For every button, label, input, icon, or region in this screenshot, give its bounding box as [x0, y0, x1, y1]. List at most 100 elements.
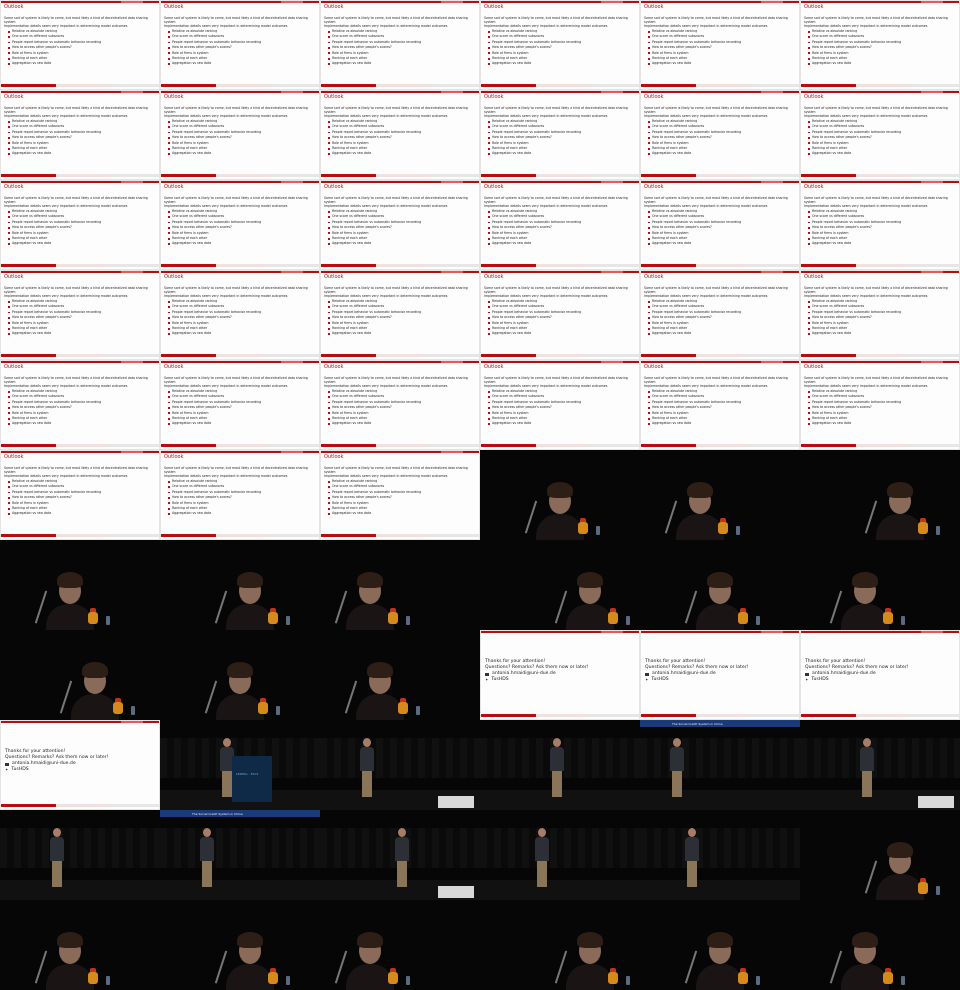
slide-title: Outlook — [804, 274, 824, 280]
frame-thumbnail[interactable] — [480, 810, 640, 900]
slide-footer: Antonia SchmidtThe Social Credit System … — [321, 354, 479, 357]
slide-header-bar — [641, 91, 799, 93]
frame-thumbnail[interactable]: Outlook Some sort of system is likely to … — [480, 270, 640, 360]
frame-thumbnail[interactable]: Outlook Some sort of system is likely to … — [160, 180, 320, 270]
slide-bullet-list: Relative vs absolute ranking One score vs… — [168, 119, 261, 157]
footer-date: December 27, 2018 — [268, 84, 319, 87]
frame-thumbnail[interactable]: Outlook Some sort of system is likely to … — [0, 450, 160, 540]
frame-thumbnail[interactable] — [0, 810, 160, 900]
frame-thumbnail[interactable] — [320, 720, 480, 810]
frame-thumbnail[interactable]: Outlook Some sort of system is likely to … — [480, 0, 640, 90]
frame-thumbnail[interactable]: Outlook Some sort of system is likely to … — [160, 270, 320, 360]
slide-intro: Some sort of system is likely to come, b… — [804, 196, 954, 209]
frame-thumbnail[interactable]: Outlook Some sort of system is likely to … — [320, 180, 480, 270]
frame-thumbnail[interactable]: Outlook Some sort of system is likely to … — [640, 90, 800, 180]
slide-intro: Some sort of system is likely to come, b… — [484, 376, 634, 389]
frame-thumbnail[interactable] — [480, 720, 640, 810]
lucky-cat-figurine — [883, 968, 893, 984]
frame-thumbnail[interactable]: LEIPZIG · 35C3 — [160, 720, 320, 810]
frame-thumbnail[interactable]: Outlook Some sort of system is likely to … — [320, 0, 480, 90]
frame-thumbnail[interactable]: Outlook Some sort of system is likely to … — [480, 360, 640, 450]
frame-thumbnail[interactable]: Outlook Some sort of system is likely to … — [800, 180, 960, 270]
stage-floor — [0, 880, 160, 900]
lucky-cat-figurine — [883, 608, 893, 624]
footer-date — [908, 714, 959, 717]
frame-thumbnail[interactable] — [640, 540, 800, 630]
speaker-hair — [707, 572, 733, 588]
frame-thumbnail[interactable] — [480, 450, 640, 540]
frame-thumbnail[interactable] — [0, 540, 160, 630]
frame-thumbnail[interactable] — [480, 900, 640, 990]
frame-thumbnail[interactable]: Outlook Some sort of system is likely to … — [0, 180, 160, 270]
slide-intro-line: Implementation details seem very importa… — [4, 474, 128, 479]
frame-thumbnail[interactable] — [160, 630, 320, 720]
frame-thumbnail[interactable] — [0, 630, 160, 720]
frame-thumbnail[interactable] — [320, 630, 480, 720]
frame-thumbnail[interactable]: Outlook Some sort of system is likely to … — [800, 90, 960, 180]
frame-thumbnail[interactable]: Outlook Some sort of system is likely to … — [160, 90, 320, 180]
frame-thumbnail[interactable]: Outlook Some sort of system is likely to … — [320, 270, 480, 360]
footer-date: December 27, 2018 — [908, 354, 959, 357]
frame-thumbnail[interactable] — [320, 900, 480, 990]
frame-thumbnail[interactable] — [800, 810, 960, 900]
frame-thumbnail[interactable]: Thanks for your attention! Questions? Rem… — [480, 630, 640, 720]
slide-bullet: Aggregation vs raw data — [808, 241, 901, 246]
speaker-body — [216, 694, 264, 720]
frame-thumbnail[interactable] — [800, 450, 960, 540]
slide-header-section — [281, 91, 303, 93]
frame-thumbnail[interactable] — [160, 900, 320, 990]
frame-thumbnail[interactable]: Outlook Some sort of system is likely to … — [320, 360, 480, 450]
frame-thumbnail[interactable]: Outlook Some sort of system is likely to … — [640, 270, 800, 360]
slide-title: Outlook — [644, 94, 664, 100]
frame-thumbnail[interactable]: Outlook Some sort of system is likely to … — [320, 90, 480, 180]
footer-author: Antonia Schmidt — [321, 354, 376, 357]
frame-thumbnail[interactable]: Outlook Some sort of system is likely to … — [640, 0, 800, 90]
frame-thumbnail[interactable]: The Social Credit System in China — [160, 810, 320, 900]
frame-thumbnail[interactable]: Outlook Some sort of system is likely to … — [640, 180, 800, 270]
frame-thumbnail[interactable]: Outlook Some sort of system is likely to … — [0, 90, 160, 180]
footer-talk — [56, 804, 108, 807]
slide-header-bar — [1, 361, 159, 363]
footer-talk: The Social Credit System in China — [696, 174, 748, 177]
frame-thumbnail[interactable] — [160, 540, 320, 630]
frame-thumbnail[interactable]: Thanks for your attention! Questions? Rem… — [640, 630, 800, 720]
frame-thumbnail[interactable] — [800, 900, 960, 990]
frame-thumbnail[interactable]: Outlook Some sort of system is likely to … — [160, 0, 320, 90]
frame-thumbnail[interactable]: Outlook Some sort of system is likely to … — [0, 0, 160, 90]
frame-thumbnail[interactable]: Thanks for your attention! Questions? Rem… — [800, 630, 960, 720]
footer-author: Antonia Schmidt — [801, 444, 856, 447]
frame-thumbnail[interactable] — [0, 900, 160, 990]
slide-header-bar — [1, 1, 159, 3]
slide-header-section — [601, 271, 623, 273]
frame-thumbnail[interactable]: Outlook Some sort of system is likely to … — [800, 0, 960, 90]
footer-talk: The Social Credit System in China — [216, 534, 268, 537]
microphone — [554, 590, 567, 624]
frame-thumbnail[interactable]: Outlook Some sort of system is likely to … — [0, 360, 160, 450]
slide-intro-line: Some sort of system is likely to come, b… — [324, 286, 468, 295]
slide-intro-line: Some sort of system is likely to come, b… — [4, 196, 148, 205]
frame-thumbnail[interactable]: Thanks for your attention! Questions? Rem… — [0, 720, 160, 810]
frame-thumbnail[interactable] — [320, 540, 480, 630]
frame-thumbnail[interactable] — [640, 900, 800, 990]
frame-thumbnail[interactable] — [800, 540, 960, 630]
frame-thumbnail[interactable] — [640, 450, 800, 540]
frame-thumbnail[interactable]: The Social Credit System in China — [640, 720, 800, 810]
frame-thumbnail[interactable]: Outlook Some sort of system is likely to … — [160, 450, 320, 540]
frame-thumbnail[interactable]: Outlook Some sort of system is likely to … — [800, 360, 960, 450]
speaker-body — [346, 964, 394, 990]
slide-intro-line: Implementation details seem very importa… — [484, 294, 608, 299]
frame-thumbnail[interactable]: Outlook Some sort of system is likely to … — [640, 360, 800, 450]
slide-header-bar — [641, 181, 799, 183]
frame-thumbnail[interactable]: Outlook Some sort of system is likely to … — [160, 360, 320, 450]
frame-thumbnail[interactable]: Outlook Some sort of system is likely to … — [480, 90, 640, 180]
frame-thumbnail[interactable]: Outlook Some sort of system is likely to … — [800, 270, 960, 360]
frame-thumbnail[interactable] — [800, 720, 960, 810]
frame-thumbnail[interactable]: Outlook Some sort of system is likely to … — [480, 180, 640, 270]
speaker-head — [223, 738, 231, 747]
frame-thumbnail[interactable] — [320, 810, 480, 900]
slide-header-bar — [481, 1, 639, 3]
frame-thumbnail[interactable] — [480, 540, 640, 630]
frame-thumbnail[interactable]: Outlook Some sort of system is likely to … — [0, 270, 160, 360]
frame-thumbnail[interactable]: Outlook Some sort of system is likely to … — [320, 450, 480, 540]
frame-thumbnail[interactable] — [640, 810, 800, 900]
